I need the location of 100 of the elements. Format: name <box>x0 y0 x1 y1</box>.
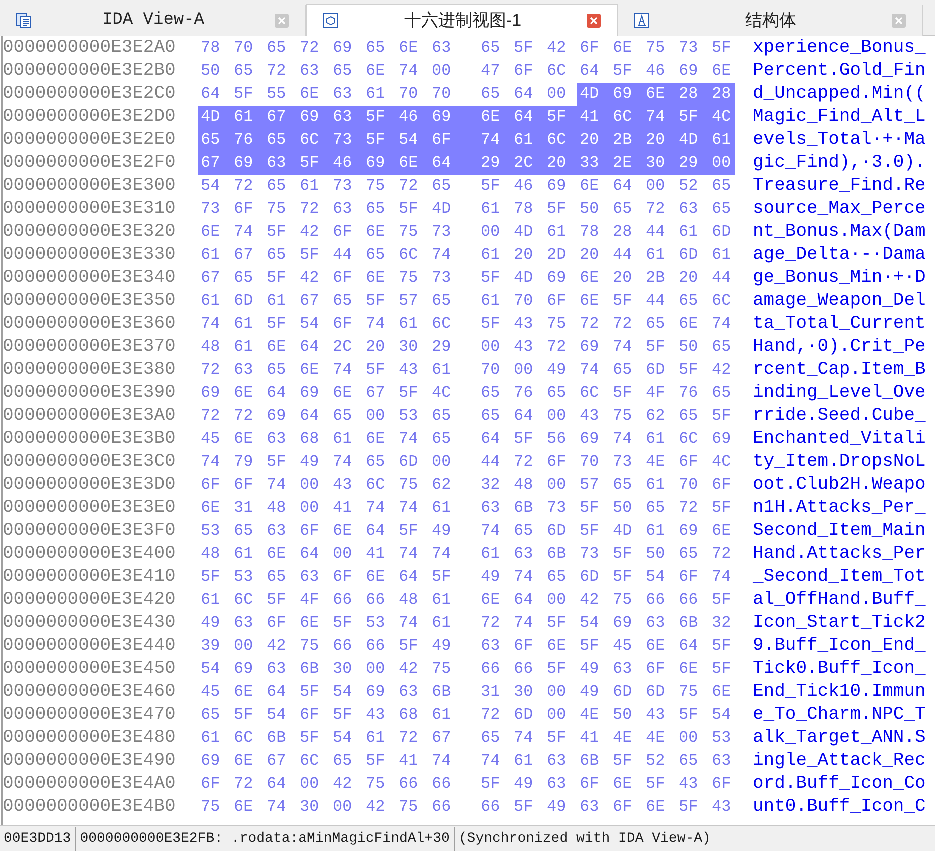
hex-byte: 74 <box>398 429 420 450</box>
hex-byte: 72 <box>678 498 700 519</box>
hex-byte: 6E <box>711 521 732 542</box>
ascii-text: Icon_Start_Tick2 <box>753 612 926 635</box>
hex-byte: 55 <box>266 84 288 105</box>
hex-byte: 69 <box>678 61 700 82</box>
hex-byte: 44 <box>711 268 732 289</box>
hex-byte: 5F <box>546 199 568 220</box>
hex-byte: 6F <box>233 475 254 496</box>
hex-byte: 63 <box>233 360 254 381</box>
hex-byte: 20 <box>579 245 600 266</box>
hex-byte: 69 <box>299 383 320 404</box>
hex-byte: 6E <box>612 38 634 59</box>
hex-byte: 50 <box>612 498 634 519</box>
hex-byte: 4C <box>711 452 732 473</box>
hex-byte: 46 <box>398 107 420 128</box>
hex-byte: 5F <box>579 521 600 542</box>
hex-byte: 76 <box>678 383 700 404</box>
hex-byte: 43 <box>678 774 700 795</box>
hex-byte: 74 <box>398 498 420 519</box>
hex-byte: 65 <box>546 567 568 588</box>
hex-byte: 5F <box>645 774 666 795</box>
hex-byte: 64 <box>365 521 386 542</box>
hex-byte: 74 <box>431 245 452 266</box>
hex-byte: 41 <box>579 107 600 128</box>
hex-byte: 6D <box>546 521 568 542</box>
hex-byte: 61 <box>513 130 534 151</box>
hex-byte: 69 <box>546 176 568 197</box>
hex-byte: 6C <box>546 61 568 82</box>
hex-byte: 6F <box>579 38 600 59</box>
hex-byte: 69 <box>711 429 732 450</box>
hex-byte: 48 <box>513 475 534 496</box>
ascii-text: e_To_Charm.NPC_T <box>753 704 926 727</box>
hex-byte: 00 <box>513 360 534 381</box>
hex-byte: 74 <box>266 797 288 818</box>
hex-byte: 66 <box>332 636 354 657</box>
hex-byte: 5F <box>546 613 568 634</box>
hex-byte: 61 <box>200 291 222 312</box>
hex-byte: 66 <box>431 797 452 818</box>
ascii-text: alk_Target_ANN.S <box>753 727 926 750</box>
hex-byte: 61 <box>711 130 732 151</box>
hex-byte: 63 <box>266 153 288 174</box>
ascii-text: inding_Level_Ove <box>753 382 926 405</box>
hex-byte: 75 <box>612 406 634 427</box>
hex-byte: 44 <box>645 222 666 243</box>
hex-byte: 61 <box>233 544 254 565</box>
tab[interactable]: 十六进制视图-1 <box>306 4 618 36</box>
hex-byte: 43 <box>332 475 354 496</box>
ascii-text: nt_Bonus.Max(Dam <box>753 221 926 244</box>
hex-byte: 39 <box>200 636 222 657</box>
hex-byte: 65 <box>266 360 288 381</box>
hex-byte: 69 <box>431 107 452 128</box>
hex-byte: 5F <box>513 38 534 59</box>
hex-byte: 61 <box>645 245 666 266</box>
hex-byte: 73 <box>431 268 452 289</box>
ascii-text: ingle_Attack_Rec <box>753 750 926 773</box>
hex-byte: 70 <box>513 291 534 312</box>
hex-byte: 5F <box>266 452 288 473</box>
hex-byte: 62 <box>431 475 452 496</box>
close-icon[interactable] <box>587 14 601 28</box>
hex-byte: 42 <box>365 797 386 818</box>
hex-byte: 69 <box>579 429 600 450</box>
hex-byte: 74 <box>365 314 386 335</box>
hex-byte: 63 <box>480 498 502 519</box>
hex-byte: 69 <box>612 613 634 634</box>
hex-byte: 75 <box>678 682 700 703</box>
hex-byte: 61 <box>480 245 502 266</box>
hex-byte: 74 <box>645 107 666 128</box>
address-label: 0000000000E3E420 <box>3 589 177 612</box>
tab[interactable]: 结构体 <box>618 5 923 36</box>
hex-byte: 2C <box>513 153 534 174</box>
hex-byte: 65 <box>546 383 568 404</box>
address-label: 0000000000E3E2D0 <box>3 106 177 129</box>
hex-byte: 30 <box>645 153 666 174</box>
hex-byte: 61 <box>233 337 254 358</box>
tab[interactable]: IDA View-A <box>0 5 306 36</box>
hex-byte: 00 <box>546 682 568 703</box>
hex-byte: 63 <box>645 613 666 634</box>
hex-byte: 64 <box>200 84 222 105</box>
close-icon[interactable] <box>275 14 289 28</box>
hex-byte: 41 <box>579 728 600 749</box>
hex-byte: 64 <box>612 176 634 197</box>
ascii-text: Treasure_Find.Re <box>753 175 926 198</box>
hex-byte: 6D <box>711 222 732 243</box>
hex-byte: 43 <box>645 705 666 726</box>
hex-byte: 78 <box>579 222 600 243</box>
hex-byte: 42 <box>266 636 288 657</box>
hex-byte: 75 <box>431 659 452 680</box>
hex-byte: 74 <box>612 429 634 450</box>
hex-byte: 5F <box>678 107 700 128</box>
hex-byte: 48 <box>398 590 420 611</box>
hex-byte: 5F <box>365 751 386 772</box>
hex-byte: 69 <box>266 406 288 427</box>
close-icon[interactable] <box>892 14 906 28</box>
hex-byte: 64 <box>678 636 700 657</box>
hex-byte: 72 <box>200 360 222 381</box>
hex-byte: 48 <box>266 498 288 519</box>
hex-byte: 6E <box>365 222 386 243</box>
hex-byte: 6B <box>266 728 288 749</box>
hex-byte: 5F <box>266 590 288 611</box>
